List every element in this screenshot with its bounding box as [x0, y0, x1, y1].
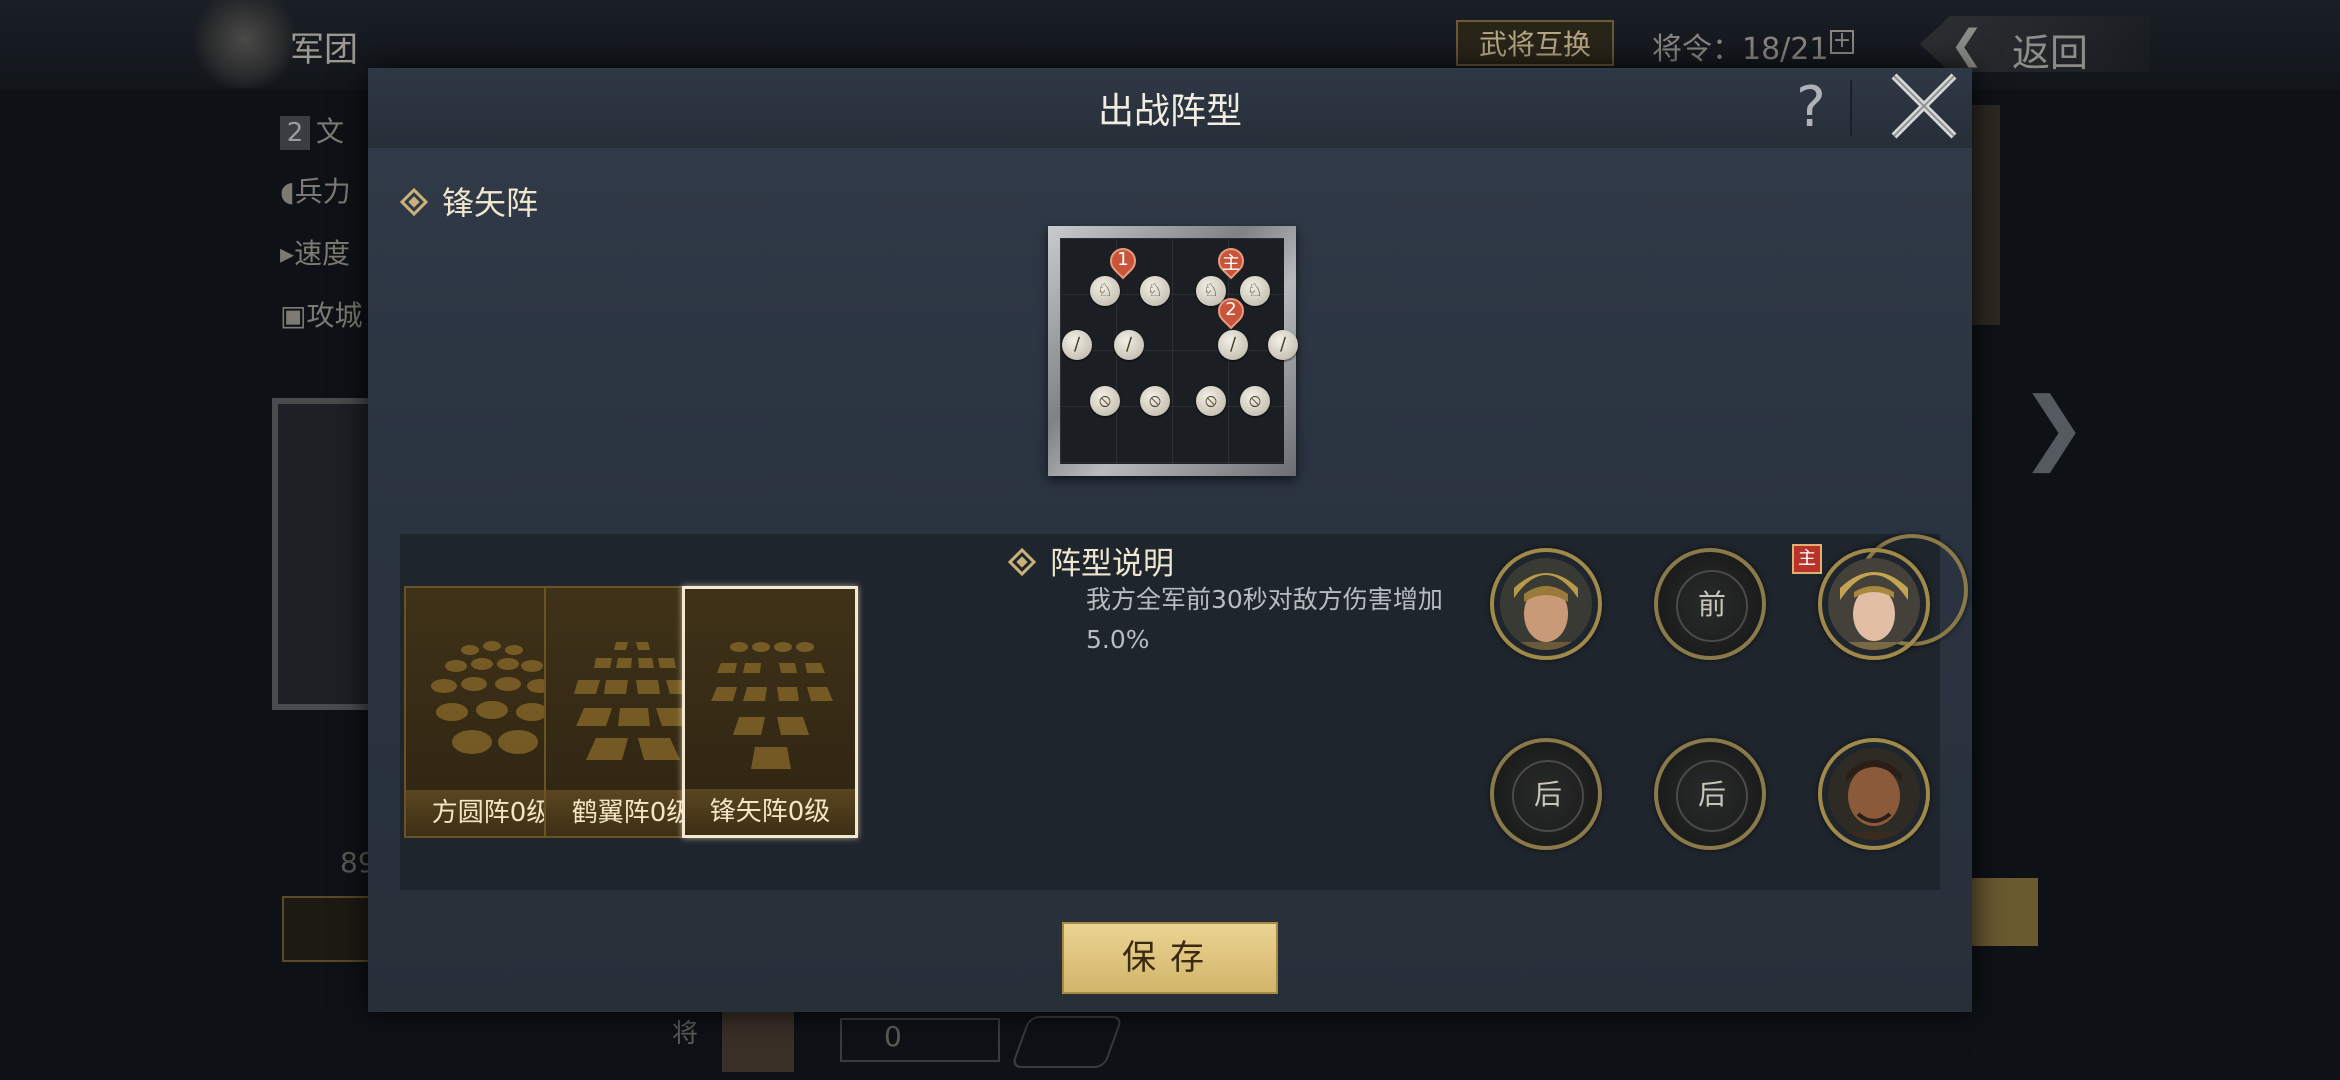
infantry-unit-icon: ∕	[1268, 330, 1298, 360]
general-portrait-icon	[1828, 748, 1920, 840]
helmet-icon: ◖	[280, 175, 295, 208]
bottom-field[interactable]: 0	[840, 1018, 1000, 1062]
general-marker-leader: 主	[1212, 242, 1250, 282]
stat-speed: ▸速度	[280, 237, 351, 270]
add-orders-button[interactable]: +	[1830, 30, 1854, 54]
next-arrow-icon[interactable]: ❯	[2020, 380, 2087, 473]
formation-dialog: 出战阵型 ? 锋矢阵 ♘ ♘ ♘ ♘ ∕ ∕ ∕ ∕ ⦸ ⦸ ⦸ ⦸ 1 主 2…	[368, 68, 1972, 1012]
slot-rear-label: 后	[1676, 760, 1748, 832]
slot-front-label: 前	[1676, 570, 1748, 642]
bottom-label: 将	[672, 1019, 699, 1049]
infantry-unit-icon: ∕	[1114, 330, 1144, 360]
general-marker-1: 1	[1104, 242, 1142, 282]
leader-badge: 主	[1792, 544, 1822, 574]
general-slot-3[interactable]	[1818, 548, 1930, 660]
board-grid: ♘ ♘ ♘ ♘ ∕ ∕ ∕ ∕ ⦸ ⦸ ⦸ ⦸ 1 主 2	[1060, 238, 1298, 464]
save-button[interactable]: 保存	[1062, 922, 1278, 994]
general-marker-2: 2	[1212, 292, 1250, 332]
orders-counter: 将令：18/21	[1652, 32, 1829, 67]
back-arrow-icon: ❮	[1950, 22, 1984, 68]
stat-troops: ◖兵力	[280, 175, 351, 208]
archer-unit-icon: ⦸	[1240, 386, 1270, 416]
general-slot-6[interactable]	[1818, 738, 1930, 850]
close-button[interactable]	[1886, 68, 1962, 144]
stat-siege: ▣攻城	[280, 299, 363, 332]
archer-unit-icon: ⦸	[1196, 386, 1226, 416]
slot-rear-label: 后	[1512, 760, 1584, 832]
general-portrait-icon	[1828, 558, 1920, 650]
diamond-icon	[399, 187, 429, 217]
legion-emblem-icon	[190, 0, 300, 88]
general-name: 文	[316, 115, 345, 148]
cavalry-unit-icon: ♘	[1140, 276, 1170, 306]
castle-icon: ▣	[280, 299, 307, 332]
description-text: 我方全军前30秒对敌方伤害增加5.0%	[1086, 585, 1443, 654]
cavalry-unit-icon: ♘	[1240, 276, 1270, 306]
close-icon	[1891, 73, 1957, 139]
description-title-label: 阵型说明	[1050, 546, 1174, 582]
header-divider	[1850, 80, 1852, 136]
general-level-badge: 2	[280, 116, 310, 150]
bottom-arrows[interactable]	[1010, 1016, 1124, 1068]
dialog-title: 出战阵型	[1097, 91, 1242, 132]
bottom-bar: 将 0	[660, 1010, 1124, 1080]
background-left-button[interactable]	[282, 896, 382, 962]
description-title: 阵型说明	[1007, 538, 1174, 583]
horse-icon: ▸	[280, 237, 295, 270]
infantry-unit-icon: ∕	[1218, 330, 1248, 360]
help-button[interactable]: ?	[1786, 76, 1836, 140]
background-right-button[interactable]	[1972, 878, 2038, 946]
formation-name: 锋矢阵	[399, 178, 539, 224]
formation-board: ♘ ♘ ♘ ♘ ∕ ∕ ∕ ∕ ⦸ ⦸ ⦸ ⦸ 1 主 2	[1048, 226, 1298, 476]
archer-unit-icon: ⦸	[1140, 386, 1170, 416]
back-button[interactable]: ❮ 返回	[1920, 16, 2150, 75]
general-swap-button[interactable]: 武将互换	[1456, 20, 1614, 66]
arrow-formation-icon	[711, 642, 833, 769]
screen-title: 军团	[290, 30, 358, 70]
infantry-unit-icon: ∕	[1062, 330, 1092, 360]
general-header: 2文	[280, 110, 344, 150]
archer-unit-icon: ⦸	[1090, 386, 1120, 416]
general-slot-5[interactable]: 后	[1654, 738, 1766, 850]
diamond-icon	[1007, 547, 1037, 577]
general-slot-1[interactable]	[1490, 548, 1602, 660]
general-slot-2[interactable]: 前	[1654, 548, 1766, 660]
back-button-label: 返回	[2012, 31, 2089, 75]
general-slot-4[interactable]: 后	[1490, 738, 1602, 850]
card-label: 锋矢阵0级	[685, 789, 855, 835]
bottom-portrait	[722, 1012, 794, 1072]
formation-card-fengshi[interactable]: 锋矢阵0级	[682, 586, 858, 838]
general-portrait-icon	[1500, 558, 1592, 650]
formation-name-label: 锋矢阵	[442, 184, 539, 222]
